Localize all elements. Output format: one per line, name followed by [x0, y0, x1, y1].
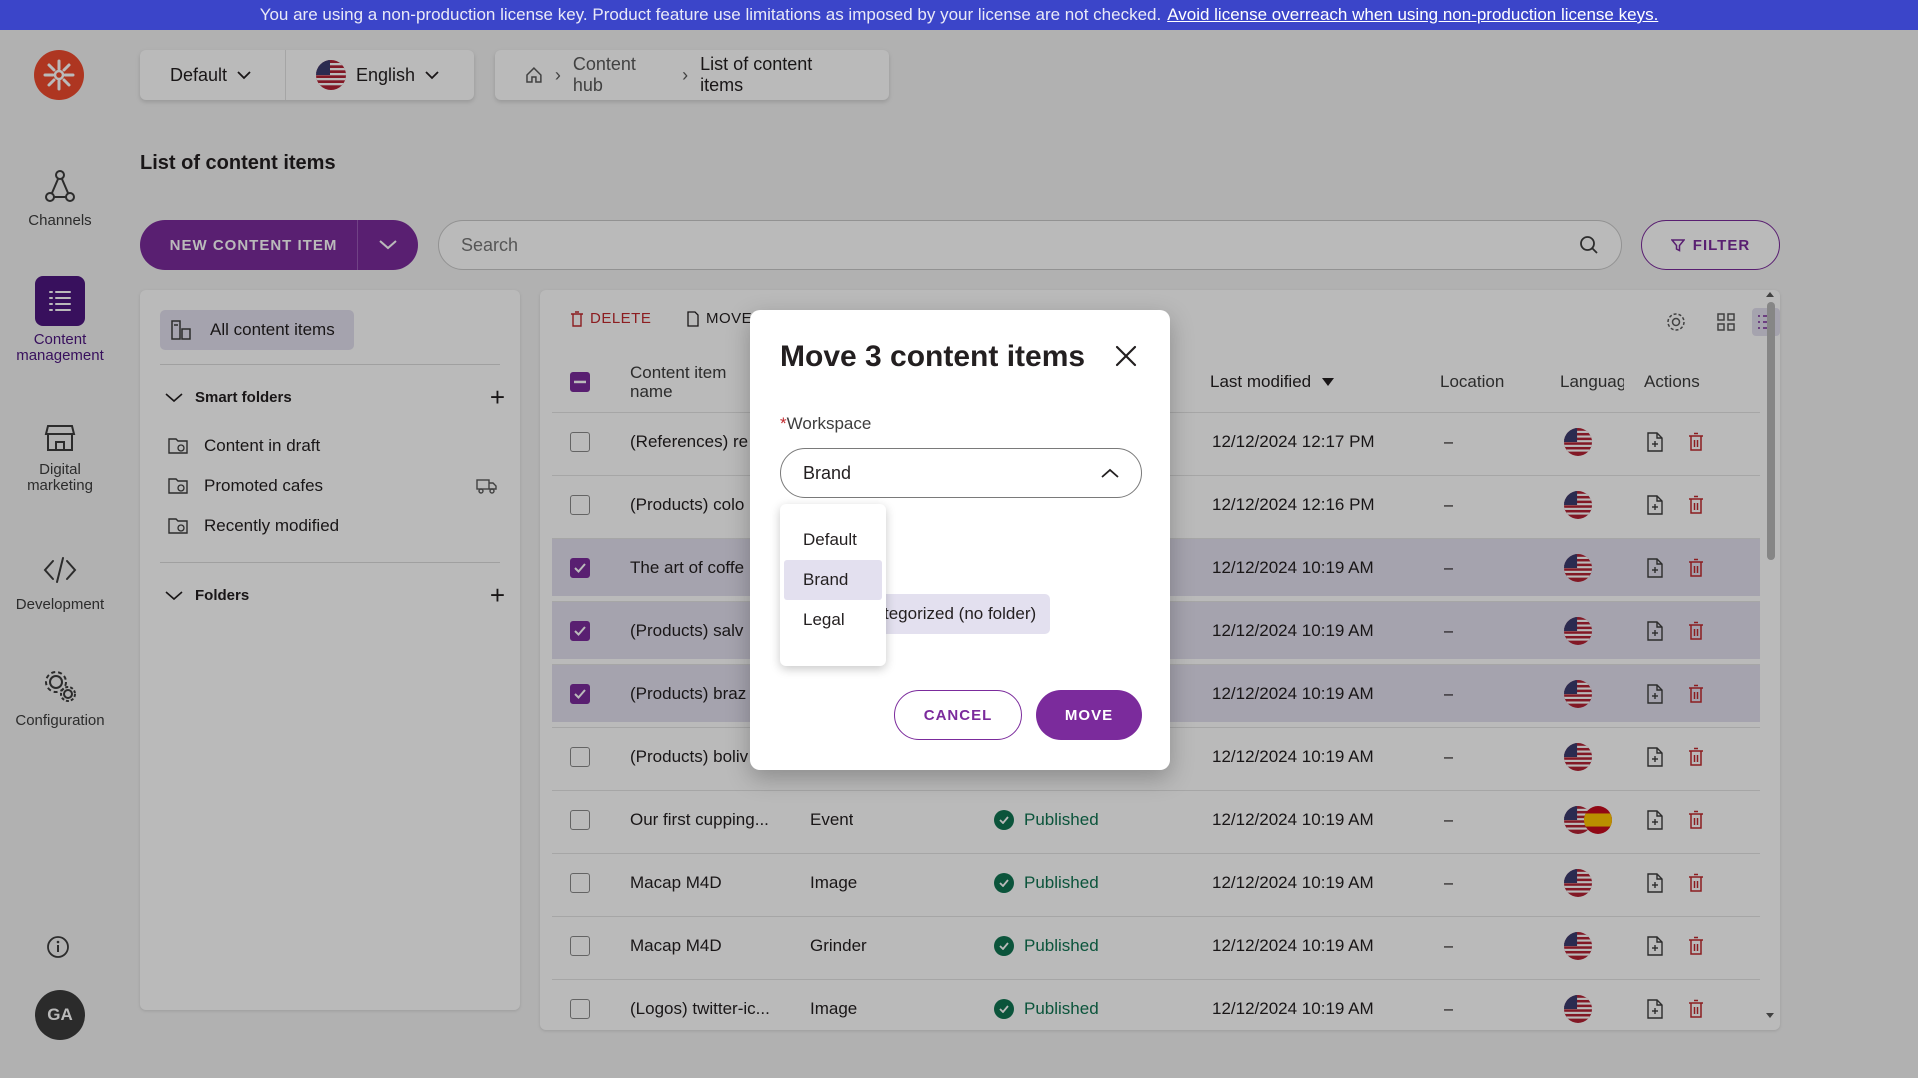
- move-dialog: Move 3 content items *Workspace Brand te…: [750, 310, 1170, 770]
- move-confirm-button[interactable]: MOVE: [1036, 690, 1142, 740]
- workspace-option-legal[interactable]: Legal: [784, 600, 882, 640]
- folder-option-label: tegorized (no folder): [884, 604, 1037, 623]
- move-dialog-title: Move 3 content items: [780, 340, 1086, 373]
- workspace-label: *Workspace: [780, 414, 871, 434]
- license-banner-text: You are using a non-production license k…: [259, 5, 1162, 24]
- workspace-option-brand[interactable]: Brand: [784, 560, 882, 600]
- workspace-select[interactable]: Brand: [780, 448, 1142, 498]
- license-banner-link[interactable]: Avoid license overreach when using non-p…: [1167, 5, 1658, 25]
- workspace-options-menu: Default Brand Legal: [780, 504, 886, 666]
- required-marker: *: [780, 414, 787, 433]
- folder-option-uncategorized[interactable]: tegorized (no folder): [872, 594, 1050, 634]
- chevron-up-icon: [1101, 468, 1119, 478]
- workspace-label-text: Workspace: [786, 414, 872, 433]
- close-icon[interactable]: [1112, 342, 1140, 370]
- license-banner: You are using a non-production license k…: [0, 0, 1918, 30]
- workspace-option-default[interactable]: Default: [784, 520, 882, 560]
- workspace-select-value: Brand: [803, 462, 852, 483]
- cancel-button[interactable]: CANCEL: [894, 690, 1022, 740]
